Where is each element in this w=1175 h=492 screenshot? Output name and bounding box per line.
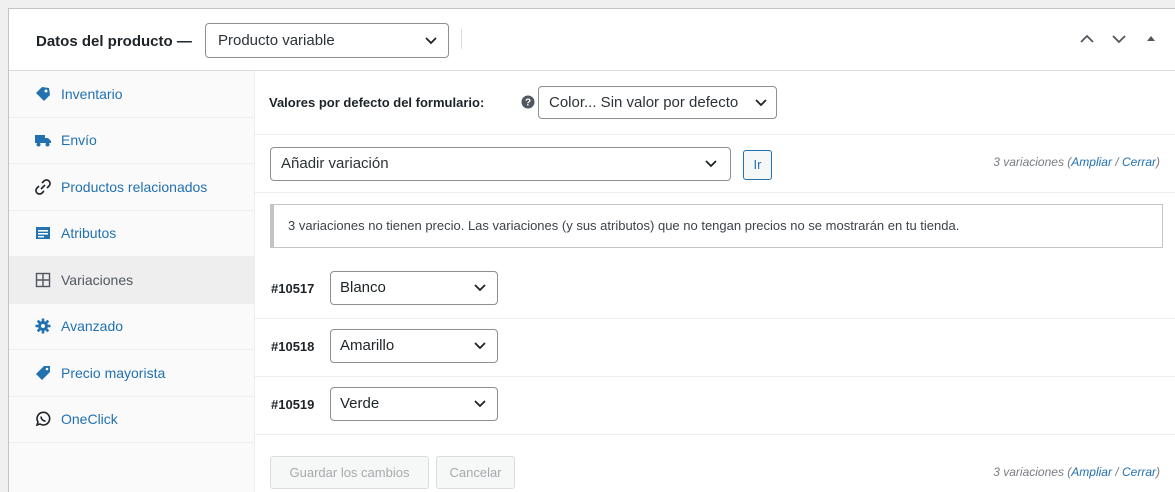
sidebar-item-label: Variaciones (61, 271, 134, 288)
add-variation-value: Añadir variación (281, 155, 389, 172)
go-button[interactable]: Ir (743, 150, 772, 180)
add-variation-row: Añadir variación Ir 3 variaciones (Ampli… (255, 135, 1175, 193)
close-link[interactable]: Cerrar (1122, 465, 1156, 479)
count-separator: / (1111, 155, 1122, 169)
variation-color-value: Amarillo (340, 337, 395, 354)
collapse-toggle-icon[interactable] (1143, 31, 1159, 47)
panel-title: Datos del producto — (36, 33, 192, 50)
count-text: 3 variaciones ( (993, 155, 1072, 169)
move-up-icon[interactable] (1079, 31, 1095, 47)
sidebar-item-label: Precio mayorista (61, 364, 166, 381)
sidebar-item-label: Inventario (61, 85, 123, 102)
chevron-down-icon (474, 400, 486, 408)
sidebar-item-label: Envío (61, 132, 97, 149)
sidebar-item-label: Atributos (61, 225, 117, 242)
variation-id: #10519 (271, 397, 315, 412)
header-divider (461, 29, 462, 49)
sidebar-item-variaciones[interactable]: Variaciones (9, 257, 254, 304)
add-variation-select[interactable]: Añadir variación (270, 147, 731, 181)
count-separator: / (1111, 465, 1122, 479)
count-close-paren: ) (1156, 465, 1160, 479)
chevron-down-icon (425, 37, 437, 45)
variation-row: #10519 Verde (255, 377, 1175, 435)
default-values-row: Valores por defecto del formulario: ? Co… (255, 71, 1175, 135)
product-type-select[interactable]: Producto variable (205, 23, 449, 58)
tag-icon (36, 86, 50, 101)
cancel-button[interactable]: Cancelar (436, 456, 515, 489)
list-icon (36, 227, 50, 240)
chevron-down-icon (755, 99, 767, 107)
count-close-paren: ) (1156, 155, 1160, 169)
truck-icon (35, 135, 51, 147)
variations-count: 3 variaciones (Ampliar / Cerrar) (993, 465, 1160, 479)
sidebar-item-inventario[interactable]: Inventario (9, 71, 254, 118)
variations-count: 3 variaciones (Ampliar / Cerrar) (993, 155, 1160, 169)
grid-icon (35, 272, 51, 287)
panel-controls (1079, 31, 1159, 47)
sidebar-item-atributos[interactable]: Atributos (9, 211, 254, 257)
sidebar-item-label: OneClick (61, 411, 118, 428)
chevron-down-icon (474, 284, 486, 292)
sidebar-item-label: Productos relacionados (61, 178, 208, 195)
missing-price-notice: 3 variaciones no tienen precio. Las vari… (270, 204, 1163, 248)
variation-row: #10518 Amarillo (255, 319, 1175, 377)
help-icon[interactable]: ? (521, 95, 535, 109)
variation-color-select[interactable]: Verde (330, 387, 498, 421)
default-values-label: Valores por defecto del formulario: (269, 95, 485, 110)
chevron-down-icon (474, 342, 486, 350)
expand-link[interactable]: Ampliar (1071, 155, 1112, 169)
save-changes-button[interactable]: Guardar los cambios (270, 456, 429, 489)
variation-row: #10517 Blanco (255, 261, 1175, 319)
chevron-down-icon (705, 160, 717, 168)
sidebar-item-label: Avanzado (61, 318, 124, 335)
product-type-value: Producto variable (218, 32, 335, 49)
variation-id: #10517 (271, 281, 315, 296)
close-link[interactable]: Cerrar (1122, 155, 1156, 169)
sidebar-item-productos-relacionados[interactable]: Productos relacionados (9, 164, 254, 211)
svg-text:?: ? (525, 98, 531, 109)
product-data-tabs: Inventario Envío Productos relacionados … (9, 71, 255, 492)
variation-color-select[interactable]: Amarillo (330, 329, 498, 363)
default-color-select[interactable]: Color... Sin valor por defecto (538, 86, 777, 119)
panel-header: Datos del producto — Producto variable (9, 9, 1175, 71)
count-text: 3 variaciones ( (993, 465, 1072, 479)
default-color-value: Color... Sin valor por defecto (549, 94, 739, 111)
sidebar-item-envio[interactable]: Envío (9, 118, 254, 164)
variations-panel: Valores por defecto del formulario: ? Co… (255, 71, 1175, 492)
variation-color-select[interactable]: Blanco (330, 271, 498, 305)
product-data-panel: Datos del producto — Producto variable I… (8, 8, 1175, 492)
variation-color-value: Blanco (340, 279, 386, 296)
variation-color-value: Verde (340, 395, 380, 412)
sidebar-item-avanzado[interactable]: Avanzado (9, 304, 254, 350)
sidebar-item-precio-mayorista[interactable]: Precio mayorista (9, 350, 254, 397)
variation-id: #10518 (271, 339, 315, 354)
variations-footer: Guardar los cambios Cancelar 3 variacion… (255, 445, 1175, 492)
gear-icon (35, 318, 51, 334)
expand-link[interactable]: Ampliar (1071, 465, 1112, 479)
price-tag-icon (36, 365, 50, 380)
whatsapp-icon (35, 411, 51, 427)
sidebar-item-oneclick[interactable]: OneClick (9, 397, 254, 443)
move-down-icon[interactable] (1111, 31, 1127, 47)
link-icon (35, 178, 51, 195)
